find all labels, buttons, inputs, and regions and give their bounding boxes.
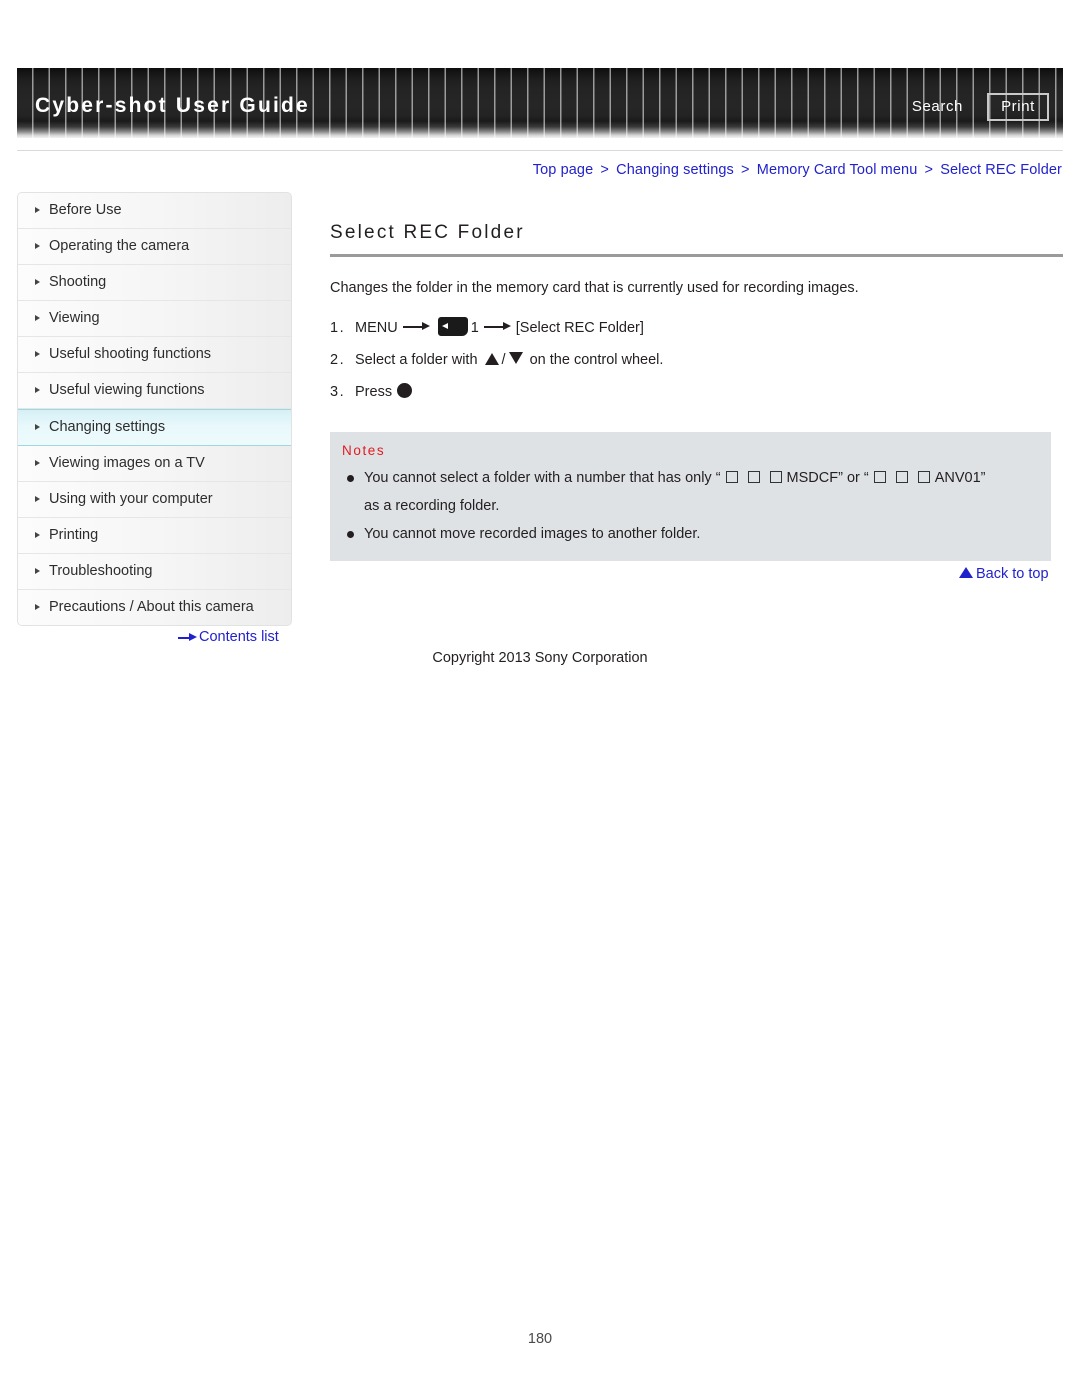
page-title: Select REC Folder — [330, 222, 525, 243]
sidebar-item-printing[interactable]: Printing — [18, 518, 291, 554]
back-to-top-label: Back to top — [976, 566, 1049, 582]
step-3-text-pre: Press — [355, 383, 393, 400]
sidebar-item-using-with-your-computer[interactable]: Using with your computer — [18, 482, 291, 518]
contents-list-link[interactable]: Contents list — [178, 629, 279, 645]
breadcrumb: Top page > Changing settings > Memory Ca… — [533, 162, 1062, 178]
chevron-right-icon — [35, 496, 40, 502]
sidebar-item-viewing-images-on-a-tv[interactable]: Viewing images on a TV — [18, 446, 291, 482]
step-number: 3. — [330, 383, 346, 400]
arrow-right-icon — [483, 322, 511, 332]
notes-box: Notes You cannot select a folder with a … — [330, 431, 1051, 561]
print-button[interactable]: Print — [987, 93, 1049, 121]
chevron-right-icon — [35, 279, 40, 285]
notes-heading: Notes — [342, 442, 386, 458]
chevron-right-icon — [35, 604, 40, 610]
step-1-text-post: [Select REC Folder] — [515, 319, 644, 336]
sidebar-item-changing-settings[interactable]: Changing settings — [18, 409, 291, 446]
sidebar-item-viewing[interactable]: Viewing — [18, 301, 291, 337]
page-number: 180 — [527, 1331, 553, 1347]
chevron-right-icon — [35, 532, 40, 538]
app-title: Cyber-shot User Guide — [35, 94, 310, 117]
sidebar-item-label: Troubleshooting — [49, 563, 153, 579]
box-placeholder-icon — [725, 470, 738, 483]
step-number: 1. — [330, 319, 346, 336]
chevron-right-icon — [35, 568, 40, 574]
sidebar-item-before-use[interactable]: Before Use — [18, 193, 291, 229]
step-number: 2. — [330, 351, 346, 368]
bullet-icon — [347, 530, 354, 538]
note-text-part4: as a recording folder. — [364, 497, 500, 514]
step-2-text-post: on the control wheel. — [529, 351, 664, 368]
sidebar-item-shooting[interactable]: Shooting — [18, 265, 291, 301]
box-placeholder-icon — [873, 470, 886, 483]
note-item: You cannot move recorded images to anoth… — [342, 520, 1051, 548]
sidebar-item-label: Printing — [49, 527, 99, 543]
note-item: You cannot select a folder with a number… — [342, 464, 1051, 520]
header-banner: Cyber-shot User Guide Search Print — [17, 68, 1063, 138]
step-2-text-pre: Select a folder with — [355, 351, 478, 368]
chevron-right-icon — [35, 315, 40, 321]
main-content: Select REC Folder Changes the folder in … — [330, 222, 1063, 561]
sidebar-item-useful-shooting-functions[interactable]: Useful shooting functions — [18, 337, 291, 373]
sidebar-item-label: Shooting — [49, 274, 107, 290]
step-2-slash: / — [501, 351, 506, 368]
step-1: 1. MENU 1 [Select REC Folder] — [330, 312, 1063, 344]
copyright-text: Copyright 2013 Sony Corporation — [432, 650, 648, 666]
intro-paragraph: Changes the folder in the memory card th… — [330, 280, 859, 296]
note-text-part3: ANV01” — [934, 469, 986, 486]
sidebar-item-troubleshooting[interactable]: Troubleshooting — [18, 554, 291, 590]
title-divider — [330, 254, 1063, 257]
sidebar-item-label: Precautions / About this camera — [49, 599, 254, 615]
triangle-up-icon — [484, 352, 499, 365]
box-placeholder-icon — [769, 470, 782, 483]
sidebar-item-precautions-about-this-camera[interactable]: Precautions / About this camera — [18, 590, 291, 625]
step-2: 2. Select a folder with / on the control … — [330, 344, 1063, 376]
breadcrumb-separator: > — [924, 162, 934, 178]
breadcrumb-item-select-rec-folder[interactable]: Select REC Folder — [940, 162, 1062, 178]
sidebar-nav: Before Use Operating the camera Shooting… — [17, 192, 292, 626]
step-3: 3. Press — [330, 376, 1063, 408]
chevron-right-icon — [35, 207, 40, 213]
chevron-right-icon — [35, 460, 40, 466]
note-text-part1: You cannot select a folder with a number… — [364, 469, 721, 486]
breadcrumb-item-top-page[interactable]: Top page — [533, 162, 593, 178]
center-button-icon — [397, 382, 413, 398]
chevron-right-icon — [35, 243, 40, 249]
box-placeholder-icon — [895, 470, 908, 483]
back-to-top-link[interactable]: Back to top — [959, 566, 1049, 582]
breadcrumb-item-changing-settings[interactable]: Changing settings — [616, 162, 734, 178]
sidebar-item-label: Viewing — [49, 310, 100, 326]
arrow-right-icon — [178, 633, 197, 642]
sidebar-item-useful-viewing-functions[interactable]: Useful viewing functions — [18, 373, 291, 409]
step-1-menu-number: 1 — [470, 319, 479, 336]
bullet-icon — [347, 474, 354, 482]
box-placeholder-icon — [917, 470, 930, 483]
box-placeholder-icon — [747, 470, 760, 483]
breadcrumb-separator: > — [600, 162, 609, 178]
search-link[interactable]: Search — [912, 98, 963, 115]
breadcrumb-item-memory-card-tool-menu[interactable]: Memory Card Tool menu — [757, 162, 918, 178]
header-divider — [17, 150, 1063, 151]
arrow-right-icon — [402, 322, 430, 332]
triangle-up-icon — [959, 567, 973, 578]
sidebar-item-operating-the-camera[interactable]: Operating the camera — [18, 229, 291, 265]
sidebar-item-label: Viewing images on a TV — [49, 455, 205, 471]
sidebar-item-label: Operating the camera — [49, 238, 190, 254]
chevron-right-icon — [35, 424, 40, 430]
breadcrumb-separator: > — [741, 162, 750, 178]
sidebar-item-label: Using with your computer — [49, 491, 213, 507]
chevron-right-icon — [35, 351, 40, 357]
sidebar-item-label: Useful shooting functions — [49, 346, 212, 362]
note-text-part2: MSDCF” or “ — [786, 469, 869, 486]
contents-list-label: Contents list — [199, 629, 279, 645]
sidebar-item-label: Changing settings — [49, 419, 166, 435]
step-1-text-pre: MENU — [355, 319, 398, 336]
note-text-part1: You cannot move recorded images to anoth… — [364, 525, 701, 542]
sidebar-item-label: Before Use — [49, 202, 122, 218]
sidebar-item-label: Useful viewing functions — [49, 382, 205, 398]
triangle-down-icon — [508, 351, 523, 364]
chevron-right-icon — [35, 387, 40, 393]
memory-card-tool-icon — [437, 316, 468, 336]
